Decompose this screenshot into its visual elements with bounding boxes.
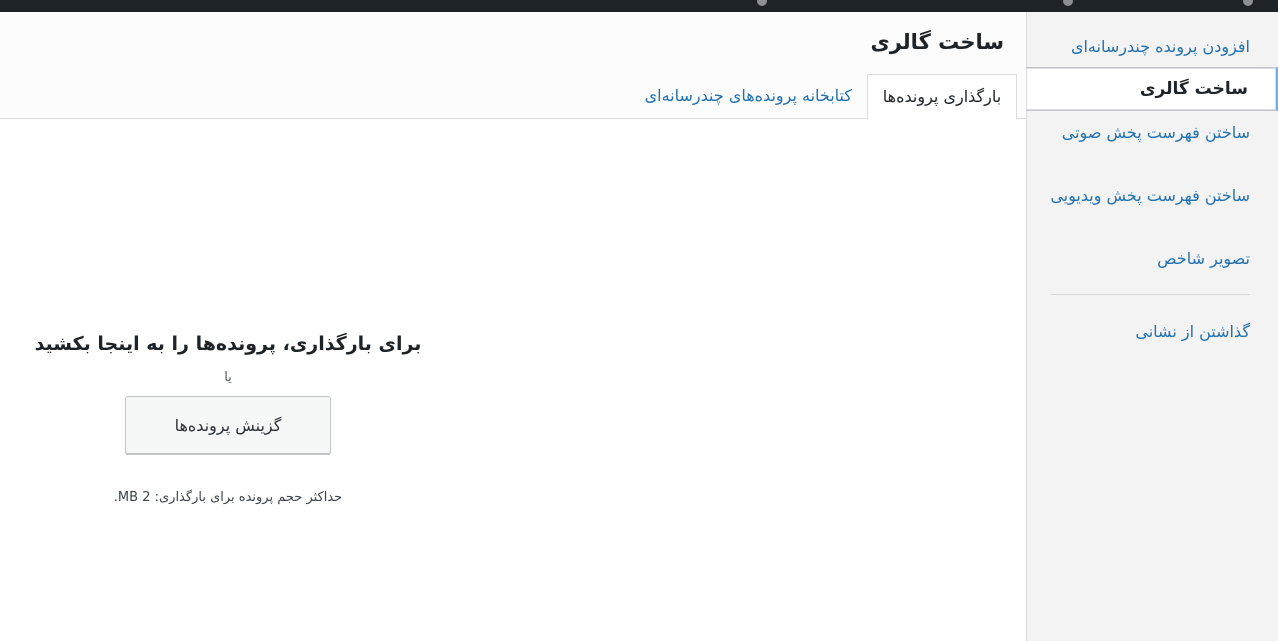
media-sidebar-menu: افزودن پرونده چندرسانه‌ای ساخت گالری ساخ… bbox=[1026, 12, 1278, 641]
admin-bar bbox=[0, 0, 1278, 12]
select-files-button[interactable]: گزینش پرونده‌ها bbox=[125, 396, 331, 454]
frame-header: ساخت گالری بارگذاری پرونده‌ها کتابخانه پ… bbox=[0, 12, 1026, 120]
menu-item-add-media[interactable]: افزودن پرونده چندرسانه‌ای bbox=[1050, 36, 1250, 58]
menu-item-create-gallery[interactable]: ساخت گالری bbox=[1026, 67, 1278, 111]
menu-item-insert-from-url[interactable]: گذاشتن از نشانی bbox=[1050, 321, 1250, 343]
drop-instructions-title: برای بارگذاری، پرونده‌ها را به اینجا بکش… bbox=[34, 333, 422, 355]
admin-bar-icon bbox=[1063, 0, 1073, 6]
or-label: یا bbox=[224, 370, 232, 385]
menu-item-create-audio-playlist[interactable]: ساختن فهرست پخش صوتی bbox=[1050, 122, 1250, 144]
menu-item-create-video-playlist[interactable]: ساختن فهرست پخش ویدیویی bbox=[1050, 185, 1250, 207]
max-upload-size: حداکثر حجم پرونده برای بارگذاری: 2 MB. bbox=[113, 490, 343, 505]
upload-drop-zone[interactable]: برای بارگذاری، پرونده‌ها را به اینجا بکش… bbox=[0, 330, 456, 454]
tab-upload-files[interactable]: بارگذاری پرونده‌ها bbox=[867, 74, 1017, 120]
admin-bar-icon bbox=[1243, 0, 1253, 6]
frame-title: ساخت گالری bbox=[870, 30, 1004, 54]
menu-item-featured-image[interactable]: تصویر شاخص bbox=[1050, 248, 1250, 270]
admin-bar-icon bbox=[757, 0, 767, 6]
menu-separator bbox=[1051, 294, 1250, 295]
tab-media-library[interactable]: کتابخانه پرونده‌های چندرسانه‌ای bbox=[641, 74, 856, 118]
